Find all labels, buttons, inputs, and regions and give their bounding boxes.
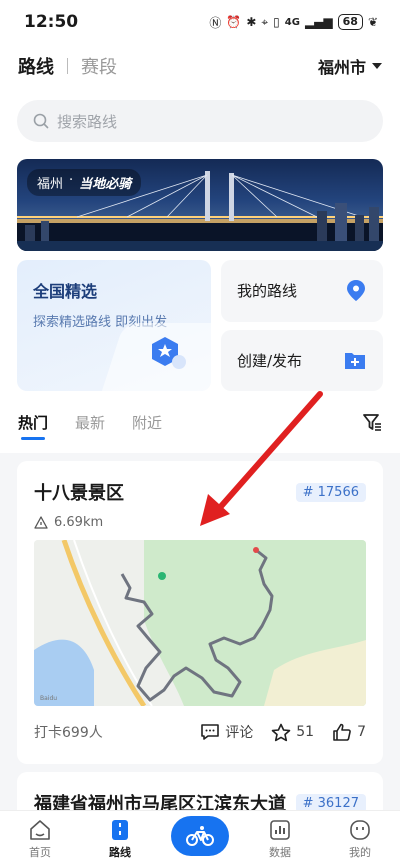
nfc-icon: Ⓝ <box>209 15 222 30</box>
like-button[interactable]: 7 <box>332 723 366 742</box>
bicycle-icon <box>186 826 214 846</box>
checkin-count: 打卡699人 <box>34 725 103 741</box>
feed-tabs: 热门 最新 附近 <box>0 391 400 453</box>
feature-grid: 全国精选 探索精选路线 即刻出发 我的路线 创建/发布 <box>0 251 400 391</box>
my-routes-label: 我的路线 <box>237 282 298 301</box>
comment-icon <box>201 724 220 740</box>
top-navigation: 路线 赛段 福州市 <box>0 44 400 88</box>
bluetooth-icon: ✱ <box>246 15 257 29</box>
star-icon <box>271 723 291 741</box>
search-placeholder: 搜索路线 <box>57 112 118 131</box>
tab-hot[interactable]: 热门 <box>18 412 48 440</box>
route-card-header: 十八景景区 # 17566 <box>34 479 366 505</box>
alarm-icon: ⏰ <box>226 15 242 29</box>
profile-icon <box>350 820 370 840</box>
banner-dot: · <box>69 173 74 188</box>
signal-icon: ▂▄▆ <box>304 15 333 29</box>
nav-mine[interactable]: 我的 <box>330 819 390 860</box>
search-input[interactable]: 搜索路线 <box>17 100 383 142</box>
nav-routes[interactable]: 路线 <box>90 819 150 860</box>
location-icon: ⌖ <box>261 14 269 29</box>
status-time: 12:50 <box>24 12 79 32</box>
bottom-navigation: 首页 路线 数据 我的 <box>0 810 400 866</box>
comment-button[interactable]: 评论 <box>200 722 253 742</box>
svg-text:Baidu: Baidu <box>40 695 57 702</box>
thumbs-up-icon <box>333 723 351 741</box>
nav-home[interactable]: 首页 <box>10 819 70 860</box>
leaf-icon: ❦ <box>367 15 378 29</box>
city-selector[interactable]: 福州市 <box>318 54 382 78</box>
banner-slogan: 当地必骑 <box>79 177 132 192</box>
start-ride-button[interactable] <box>171 816 229 856</box>
my-routes-button[interactable]: 我的路线 <box>221 260 383 322</box>
route-id: 17566 <box>317 484 359 500</box>
route-card-footer: 打卡699人 评论 51 7 <box>34 706 366 758</box>
route-map-image: Baidu <box>34 540 366 706</box>
tab-routes[interactable]: 路线 <box>18 53 54 79</box>
tab-nearby[interactable]: 附近 <box>132 412 162 433</box>
route-title: 十八景景区 <box>34 483 124 504</box>
status-icons: Ⓝ ⏰ ✱ ⌖ ▯ 4G ▂▄▆ 68 ❦ <box>209 14 378 31</box>
quick-actions: 我的路线 创建/发布 <box>221 260 383 391</box>
national-selection-card[interactable]: 全国精选 探索精选路线 即刻出发 <box>17 260 211 391</box>
nav-mine-label: 我的 <box>349 846 371 859</box>
bar-chart-icon <box>270 820 290 840</box>
signal-label: 4G <box>284 16 300 28</box>
comment-label: 评论 <box>225 725 254 741</box>
folder-plus-icon <box>345 353 365 370</box>
star-button[interactable]: 51 <box>271 723 314 742</box>
city-banner[interactable]: 福州 · 当地必骑 <box>17 159 383 251</box>
filter-icon[interactable] <box>362 412 382 432</box>
route-map[interactable]: Baidu <box>34 540 366 706</box>
home-icon <box>30 820 50 840</box>
star-count: 51 <box>296 724 315 740</box>
search-icon <box>33 113 49 129</box>
banner-label: 福州 · 当地必骑 <box>27 169 142 196</box>
banner-section: 福州 · 当地必骑 <box>0 154 400 251</box>
create-publish-button[interactable]: 创建/发布 <box>221 329 383 391</box>
create-label: 创建/发布 <box>237 351 303 370</box>
tab-latest[interactable]: 最新 <box>75 412 105 433</box>
tab-segments[interactable]: 赛段 <box>81 53 117 79</box>
nav-home-label: 首页 <box>29 846 51 859</box>
nav-routes-label: 路线 <box>109 846 131 859</box>
city-label: 福州市 <box>317 58 366 77</box>
route-distance-row: 6.69km <box>34 515 366 530</box>
distance-icon <box>34 515 48 529</box>
nav-data-label: 数据 <box>269 846 291 859</box>
search-section: 搜索路线 <box>0 88 400 154</box>
banner-city: 福州 <box>37 177 64 192</box>
route-card[interactable]: 十八景景区 # 17566 6.69km Baidu 打卡699人 评论 51 … <box>17 461 383 764</box>
nav-ride[interactable] <box>170 816 230 860</box>
route-id-badge: # 17566 <box>295 482 366 502</box>
route-distance: 6.69km <box>54 515 104 530</box>
location-pin-icon <box>347 279 365 301</box>
chevron-down-icon <box>372 63 382 69</box>
selection-title: 全国精选 <box>33 282 98 301</box>
route-id: 36127 <box>317 795 359 811</box>
vibrate-icon: ▯ <box>273 15 280 29</box>
route-icon <box>112 820 128 840</box>
status-bar: 12:50 Ⓝ ⏰ ✱ ⌖ ▯ 4G ▂▄▆ 68 ❦ <box>0 0 400 44</box>
battery-indicator: 68 <box>337 14 363 30</box>
like-count: 7 <box>357 724 366 740</box>
route-feed: 十八景景区 # 17566 6.69km Baidu 打卡699人 评论 51 … <box>0 453 400 842</box>
nav-data[interactable]: 数据 <box>250 819 310 860</box>
hexagon-star-icon <box>152 337 186 369</box>
tab-divider <box>67 58 68 74</box>
